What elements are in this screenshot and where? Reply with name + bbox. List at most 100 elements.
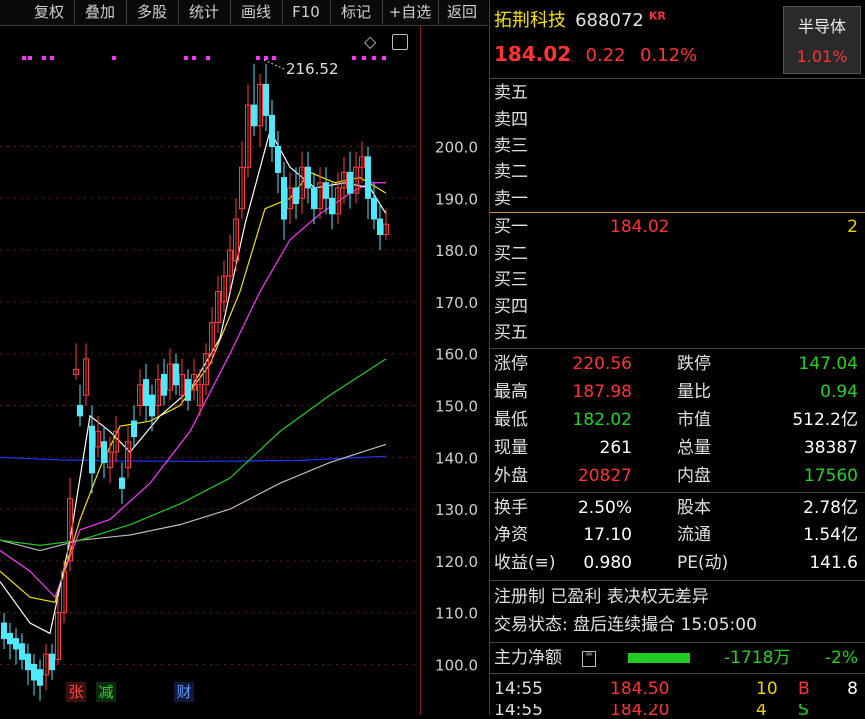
stock-tag: KR (648, 9, 666, 23)
high-label-leader (263, 59, 285, 70)
stock-name: 拓荆科技 (494, 10, 566, 31)
candle-body[interactable] (101, 441, 107, 463)
marker-limit-up[interactable]: 张 (66, 682, 86, 702)
sector-name: 半导体 (797, 17, 846, 36)
signal-marker (184, 56, 188, 60)
order-row: 卖二 (490, 159, 862, 186)
candle-body[interactable] (49, 653, 55, 671)
toolbar-back-button[interactable]: 返回 (438, 0, 486, 24)
signal-marker (206, 56, 210, 60)
panel-toggle-icon[interactable] (392, 34, 408, 50)
toolbar-statistics-button[interactable]: 统计 (178, 0, 231, 24)
candle-body[interactable] (13, 638, 19, 650)
candle-body[interactable] (377, 218, 383, 236)
stat-label: 量比 (677, 382, 711, 402)
candle-body[interactable] (311, 187, 317, 210)
candle-body[interactable] (329, 197, 335, 215)
signal-marker (112, 56, 116, 60)
current-price: 184.02 (494, 42, 572, 66)
signal-marker (264, 56, 268, 60)
stat-value: 220.56 (572, 354, 632, 374)
capital-flow-row: 主力净额 ≡ -1718万 -2% (490, 645, 862, 672)
candle-body[interactable] (31, 664, 37, 681)
marker-reduce[interactable]: 减 (96, 682, 116, 702)
toolbar-overlay-button[interactable]: 叠加 (74, 0, 127, 24)
candle-body[interactable] (323, 182, 329, 199)
kline-chart[interactable]: 200.0 190.0 180.0 170.0 160.0 150.0 140.0 130.0… (0, 26, 488, 715)
candle-body[interactable] (77, 405, 83, 417)
toolbar-draw-line-button[interactable]: 画线 (230, 0, 283, 24)
toolbar-restore-rights-button[interactable]: 复权 (24, 0, 75, 24)
signal-marker (50, 56, 54, 60)
y-axis-tick-label: 190.0 (435, 190, 478, 208)
y-axis-tick-label: 150.0 (435, 398, 478, 416)
stat-label: 总量 (677, 438, 711, 458)
y-axis-tick-label: 180.0 (435, 242, 478, 260)
signal-marker (28, 56, 32, 60)
order-label: 卖五 (494, 83, 528, 103)
candle-body[interactable] (305, 166, 311, 189)
capital-flow-bar (628, 653, 690, 663)
candle-body[interactable] (89, 425, 95, 474)
stat-label: 市值 (677, 410, 711, 430)
candle-body[interactable] (37, 669, 43, 686)
candle-body[interactable] (185, 379, 191, 401)
info-tags-text: 注册制 已盈利 表决权无差异 (494, 587, 709, 607)
signal-marker (42, 56, 46, 60)
candle-body[interactable] (281, 177, 287, 220)
candle-body[interactable] (1, 622, 7, 640)
candle-body[interactable] (269, 114, 275, 147)
candle-body[interactable] (371, 197, 377, 220)
candle-body[interactable] (7, 632, 13, 645)
stat-row: 净资 17.10 流通 1.54亿 (490, 522, 862, 549)
chart-toolbar: 复权 叠加 多股 统计 画线 F10 标记 +自选 返回 (0, 0, 488, 26)
signal-marker (256, 56, 260, 60)
candle-body[interactable] (347, 171, 353, 194)
stat-value: 182.02 (572, 410, 632, 430)
stat-value: 261 (599, 438, 632, 458)
tick-count: 8 (847, 679, 858, 699)
signal-marker (22, 56, 26, 60)
stat-row: 收益(≡) 0.980 PE(动) 141.6 (490, 550, 862, 577)
quote-panel: 拓荆科技 688072 KR 半导体 1.01% 184.02 0.22 0.1… (489, 0, 865, 715)
stat-value: 0.980 (583, 553, 632, 573)
tick-row: 14:55 184.50 10 B 8 (490, 676, 862, 703)
order-row: 卖一 (490, 186, 862, 213)
sector-box[interactable]: 半导体 1.01% (783, 6, 861, 74)
stat-value: 2.78亿 (803, 498, 858, 518)
marker-finance[interactable]: 财 (174, 682, 194, 702)
stat-label: 换手 (494, 498, 528, 518)
y-axis-tick-label: 160.0 (435, 346, 478, 364)
order-label: 卖四 (494, 110, 528, 130)
order-label: 买五 (494, 323, 528, 343)
candle-body[interactable] (143, 379, 149, 407)
candle-body[interactable] (161, 373, 167, 396)
list-icon[interactable]: ≡ (582, 650, 596, 667)
candle-body[interactable] (293, 187, 299, 204)
candle-body[interactable] (25, 653, 31, 671)
candle-body[interactable] (365, 156, 371, 199)
candle-body[interactable] (263, 83, 269, 116)
stat-row: 涨停 220.56 跌停 147.04 (490, 351, 862, 378)
stat-value: 512.2亿 (792, 410, 858, 430)
price-line: 184.02 0.22 0.12% (494, 42, 697, 66)
orderbook-divider (490, 212, 865, 213)
diamond-icon[interactable]: ◇ (364, 32, 376, 51)
stat-value: 147.04 (798, 354, 858, 374)
toolbar-add-watchlist-button[interactable]: +自选 (382, 0, 439, 24)
candle-body[interactable] (119, 477, 125, 489)
toolbar-f10-button[interactable]: F10 (282, 0, 331, 24)
candle-body[interactable] (173, 363, 179, 386)
candle-body[interactable] (19, 643, 25, 660)
stat-label: 收益(≡) (494, 553, 556, 573)
stat-label: 最高 (494, 382, 528, 402)
candle-body[interactable] (149, 394, 155, 417)
candle-body[interactable] (251, 104, 257, 127)
candle-body[interactable] (131, 420, 137, 438)
toolbar-multi-stock-button[interactable]: 多股 (126, 0, 179, 24)
order-row: 卖四 (490, 107, 862, 134)
toolbar-mark-button[interactable]: 标记 (330, 0, 383, 24)
signal-marker (372, 56, 376, 60)
candle-body[interactable] (275, 146, 281, 173)
trade-state: 交易状态: 盘后连续撮合 15:05:00 (490, 612, 862, 639)
